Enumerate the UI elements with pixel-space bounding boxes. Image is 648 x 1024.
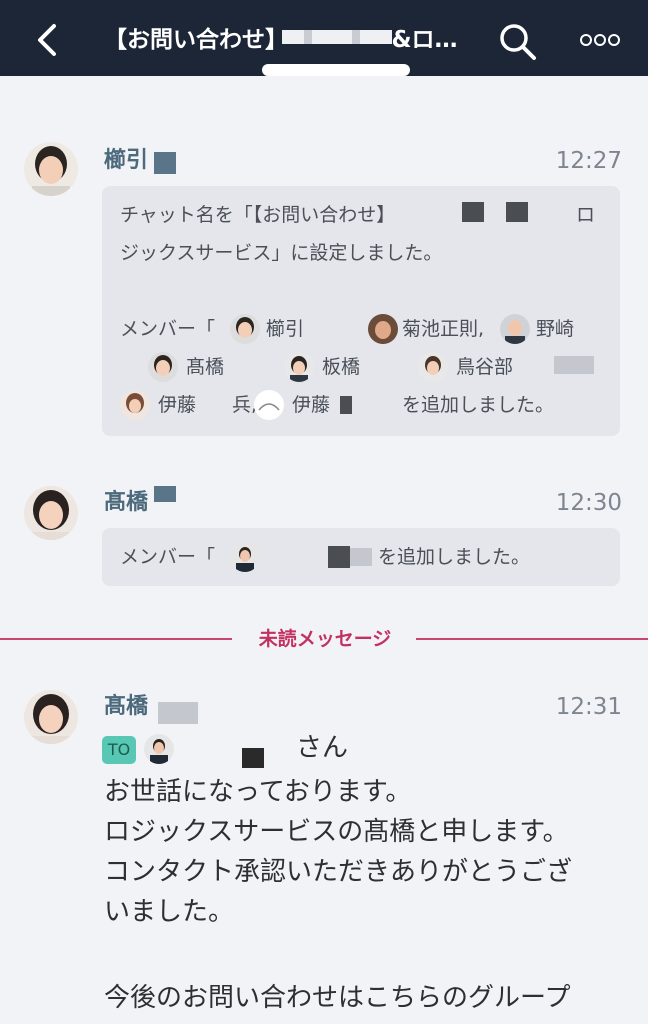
avatar[interactable] (24, 486, 78, 540)
member-name: 伊藤 (158, 394, 197, 416)
mention-avatar[interactable] (144, 734, 174, 764)
message-line: コンタクト承認いただきありがとうござ (104, 857, 573, 887)
redaction (554, 356, 594, 374)
back-button[interactable] (28, 20, 68, 60)
member-avatar[interactable] (254, 390, 284, 420)
member-name: 櫛引 (266, 318, 305, 340)
divider-line (416, 638, 648, 640)
member-name: 伊藤 (292, 394, 331, 416)
redaction (328, 546, 350, 568)
member-avatar[interactable] (418, 352, 448, 382)
redaction (158, 702, 198, 724)
sender-name[interactable]: 櫛引 (104, 146, 148, 176)
member-avatar[interactable] (368, 314, 398, 344)
message-line: いました。 (104, 897, 235, 927)
member-name: 菊池正則, (402, 318, 485, 340)
more-icon (580, 34, 620, 46)
search-button[interactable] (496, 20, 540, 64)
message-text: チャット名を「【お問い合わせ】 (120, 204, 396, 226)
message-text: メンバー「 (120, 546, 216, 568)
message-line: ロジックスサービスの髙橋と申します。 (104, 817, 569, 847)
sender-name[interactable]: 髙橋 (104, 488, 148, 518)
member-avatar[interactable] (148, 352, 178, 382)
redaction (506, 202, 528, 222)
member-name: 鳥谷部 (456, 356, 514, 378)
redaction (282, 30, 392, 44)
to-badge: TO (102, 736, 136, 764)
sender-name[interactable]: 髙橋 (104, 692, 148, 722)
redaction (262, 64, 410, 76)
message-text: ジックスサービス」に設定しました。 (120, 242, 443, 264)
redaction (340, 396, 352, 414)
member-avatar[interactable] (230, 542, 260, 572)
member-name: 板橋 (322, 356, 361, 378)
redaction (462, 202, 484, 222)
redaction (350, 548, 372, 566)
avatar[interactable] (24, 142, 78, 196)
member-avatar[interactable] (230, 314, 260, 344)
message-text: を追加しました。 (378, 546, 531, 568)
member-avatar[interactable] (500, 314, 530, 344)
redaction (154, 152, 176, 174)
timestamp: 12:30 (555, 490, 622, 516)
member-name: 髙橋 (186, 356, 225, 378)
message-text: を追加しました。 (402, 394, 555, 416)
member-avatar[interactable] (120, 390, 150, 420)
unread-label: 未読メッセージ (258, 628, 392, 650)
unread-divider: 未読メッセージ (0, 625, 648, 653)
redaction (154, 486, 176, 502)
member-name: 野崎 (536, 318, 575, 340)
message-text: ロ (576, 204, 596, 226)
system-message: メンバー「 を追加しました。 (102, 528, 620, 586)
member-avatar[interactable] (284, 352, 314, 382)
timestamp: 12:31 (555, 694, 622, 720)
redaction (242, 748, 264, 768)
chevron-left-icon (38, 24, 56, 56)
timestamp: 12:27 (555, 148, 622, 174)
mention-suffix: さん (296, 733, 349, 763)
message-line: お世話になっております。 (104, 777, 412, 807)
more-button[interactable] (578, 28, 622, 52)
message-line: 今後のお問い合わせはこちらのグループ (104, 983, 571, 1013)
system-message: チャット名を「【お問い合わせ】 ロ ジックスサービス」に設定しました。 メンバー… (102, 186, 620, 436)
divider-line (0, 638, 232, 640)
avatar[interactable] (24, 690, 78, 744)
message-text: メンバー「 (120, 318, 216, 340)
search-icon (500, 24, 536, 60)
